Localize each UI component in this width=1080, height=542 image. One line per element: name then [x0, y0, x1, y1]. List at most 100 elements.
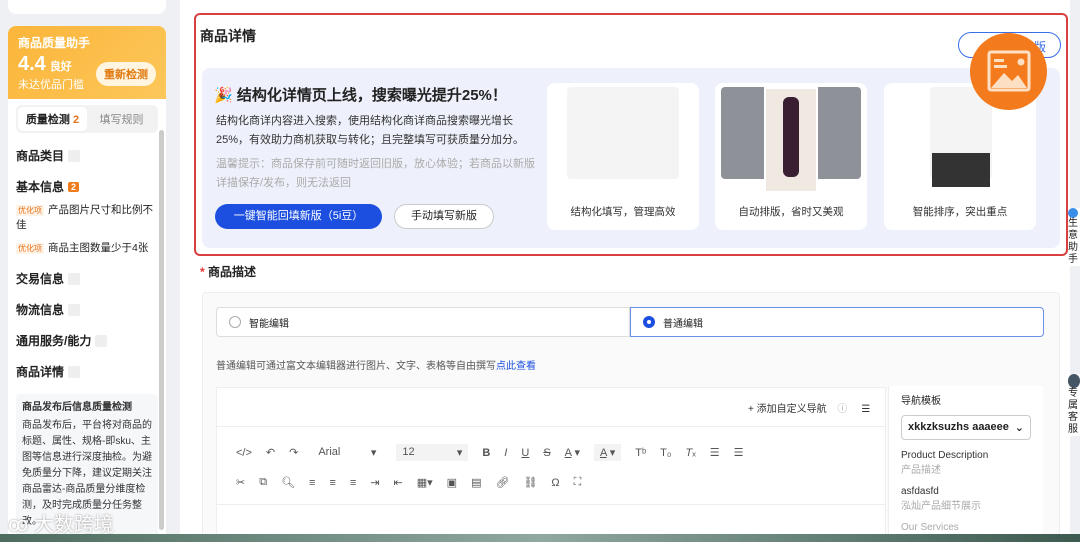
font-color-icon[interactable]: A ▾	[565, 446, 580, 459]
count-badge	[68, 303, 81, 316]
issue-item[interactable]: 优化项 产品图片尺寸和比例不佳	[16, 203, 158, 233]
image-icon[interactable]	[970, 33, 1047, 110]
size-value: 12	[402, 446, 415, 458]
nav-item[interactable]: asfdasfd 泓灿产品细节展示	[901, 486, 1031, 512]
mode-label: 普通编辑	[663, 318, 703, 330]
nav-template-panel: 导航模板 xkkzksuzhs aaaeee ⌄ Product Descript…	[888, 386, 1043, 542]
top-card	[8, 0, 166, 14]
business-assistant-float[interactable]: 生意助手	[1068, 208, 1080, 266]
section-product-detail[interactable]: 商品详情	[16, 363, 158, 380]
help-icon[interactable]: ⓘ	[837, 404, 847, 415]
undo-icon[interactable]: ↶	[266, 446, 275, 459]
mode-normal-edit[interactable]: 普通编辑	[630, 307, 1044, 337]
numbered-list-icon[interactable]: ☰	[734, 446, 744, 459]
scrollbar[interactable]	[159, 130, 164, 530]
special-char-icon[interactable]: Ω	[551, 477, 559, 489]
tab-quality-check[interactable]: 质量检测 2	[18, 107, 87, 131]
float-label: 专属客服	[1068, 388, 1078, 435]
section-category[interactable]: 商品类目	[16, 147, 158, 164]
nav-item-subtitle: 泓灿产品细节展示	[901, 501, 981, 512]
quality-assistant-card: 商品质量助手 4.4 良好 未达优品门槛 重新检测	[8, 26, 166, 99]
nav-template-select[interactable]: xkkzksuzhs aaaeee ⌄	[901, 415, 1031, 440]
list-icon[interactable]: ☰	[861, 404, 870, 415]
font-select[interactable]: Arial ▾	[312, 444, 382, 461]
watermark: ꝏ 大数跨境	[8, 508, 114, 537]
fullscreen-icon[interactable]: ⛶	[574, 476, 582, 489]
bullet-list-icon[interactable]: ☰	[710, 446, 720, 459]
indent-icon[interactable]: ⇥	[370, 476, 379, 489]
manual-fill-button[interactable]: 手动填写新版	[394, 204, 494, 229]
align-center-icon[interactable]: ≡	[329, 477, 335, 489]
section-logistics-info[interactable]: 物流信息	[16, 301, 158, 318]
customer-service-float[interactable]: 专属客服	[1068, 374, 1080, 436]
recheck-button[interactable]: 重新检测	[96, 62, 156, 86]
highlight-color-icon[interactable]: A ▾	[593, 444, 622, 461]
table-icon[interactable]: ▦▾	[417, 476, 433, 489]
feature-caption: 结构化填写，管理高效	[570, 206, 676, 218]
headline-text: 结构化详情页上线，搜索曝光提升25%！	[236, 87, 507, 104]
view-link[interactable]: 点此查看	[496, 361, 536, 372]
size-select[interactable]: 12 ▾	[396, 444, 469, 461]
nav-item[interactable]: Product Description 产品描述	[901, 450, 1031, 476]
align-left-icon[interactable]: ≡	[309, 477, 315, 489]
add-nav-label: + 添加自定义导航	[748, 404, 827, 415]
smart-fill-button[interactable]: 一键智能回填新版（5i豆）	[215, 204, 382, 229]
tab-count: 2	[72, 114, 80, 126]
radio-icon	[229, 316, 241, 328]
clear-format-icon[interactable]: Tₓ	[685, 447, 695, 459]
hint-text: 普通编辑可通过富文本编辑器进行图片、文字、表格等自由撰写	[216, 361, 496, 372]
section-basic-info[interactable]: 基本信息 2	[16, 178, 158, 195]
redo-icon[interactable]: ↷	[289, 446, 298, 459]
cut-icon[interactable]: ✂	[236, 476, 245, 489]
section-trade-info[interactable]: 交易信息	[16, 270, 158, 287]
strikethrough-icon[interactable]: S	[543, 447, 550, 459]
watermark-text: 大数跨境	[33, 514, 114, 536]
feature-caption: 自动排版，省时又美观	[738, 206, 844, 218]
preview-image	[567, 87, 679, 179]
preview-image	[721, 87, 861, 193]
bold-icon[interactable]: B	[482, 447, 490, 459]
superscript-icon[interactable]: Tᵇ	[635, 447, 646, 459]
issue-item[interactable]: 优化项 商品主图数量少于4张	[16, 241, 158, 256]
avatar	[1068, 374, 1080, 388]
issue-tag: 优化项	[16, 205, 44, 216]
find-icon[interactable]: 🔍︎	[281, 476, 295, 489]
mode-smart-edit[interactable]: 智能编辑	[216, 307, 630, 337]
selected-template: xkkzksuzhs aaaeee	[908, 421, 1009, 433]
count-badge	[68, 365, 81, 378]
subscript-icon[interactable]: T₀	[660, 447, 671, 459]
underline-icon[interactable]: U	[521, 447, 529, 459]
feature-card: 自动排版，省时又美观	[715, 83, 867, 230]
image-insert-icon[interactable]: ▣	[447, 476, 457, 489]
label-text: 商品描述	[208, 265, 257, 279]
mode-label: 智能编辑	[249, 318, 289, 330]
link-icon[interactable]: 🔗︎	[495, 476, 509, 489]
divider	[216, 504, 886, 505]
quality-score: 4.4	[18, 53, 46, 75]
align-right-icon[interactable]: ≡	[350, 477, 356, 489]
nav-panel-title: 导航模板	[901, 396, 941, 407]
float-label: 生意助手	[1068, 218, 1078, 265]
bottom-edge	[0, 534, 1080, 542]
edit-hint: 普通编辑可通过富文本编辑器进行图片、文字、表格等自由撰写点此查看	[216, 357, 536, 372]
section-label: 物流信息	[16, 303, 65, 317]
section-label: 基本信息	[16, 180, 65, 194]
nav-item-title: Our Services	[901, 522, 959, 533]
rating: 良好	[49, 61, 72, 73]
source-code-icon[interactable]: </>	[236, 447, 252, 459]
issue-tag: 优化项	[16, 243, 44, 254]
nav-item-title: Product Description	[901, 450, 989, 461]
section-services[interactable]: 通用服务/能力	[16, 332, 158, 349]
copy-icon[interactable]: ⧉	[259, 476, 267, 489]
assistant-icon	[1068, 208, 1078, 218]
quality-sidebar: 商品质量助手 4.4 良好 未达优品门槛 重新检测 质量检测 2 填写规则 商品类…	[8, 0, 166, 536]
add-custom-nav-button[interactable]: + 添加自定义导航 ⓘ ☰	[748, 400, 870, 415]
tab-fill-rules[interactable]: 填写规则	[87, 107, 156, 131]
template-icon[interactable]: ▤	[471, 476, 481, 489]
outdent-icon[interactable]: ⇤	[394, 476, 403, 489]
italic-icon[interactable]: I	[504, 447, 507, 459]
nav-item[interactable]: Our Services	[901, 522, 1031, 533]
unlink-icon[interactable]: ⛓	[523, 476, 537, 489]
section-label: 通用服务/能力	[16, 334, 92, 348]
section-label: 商品类目	[16, 149, 65, 163]
